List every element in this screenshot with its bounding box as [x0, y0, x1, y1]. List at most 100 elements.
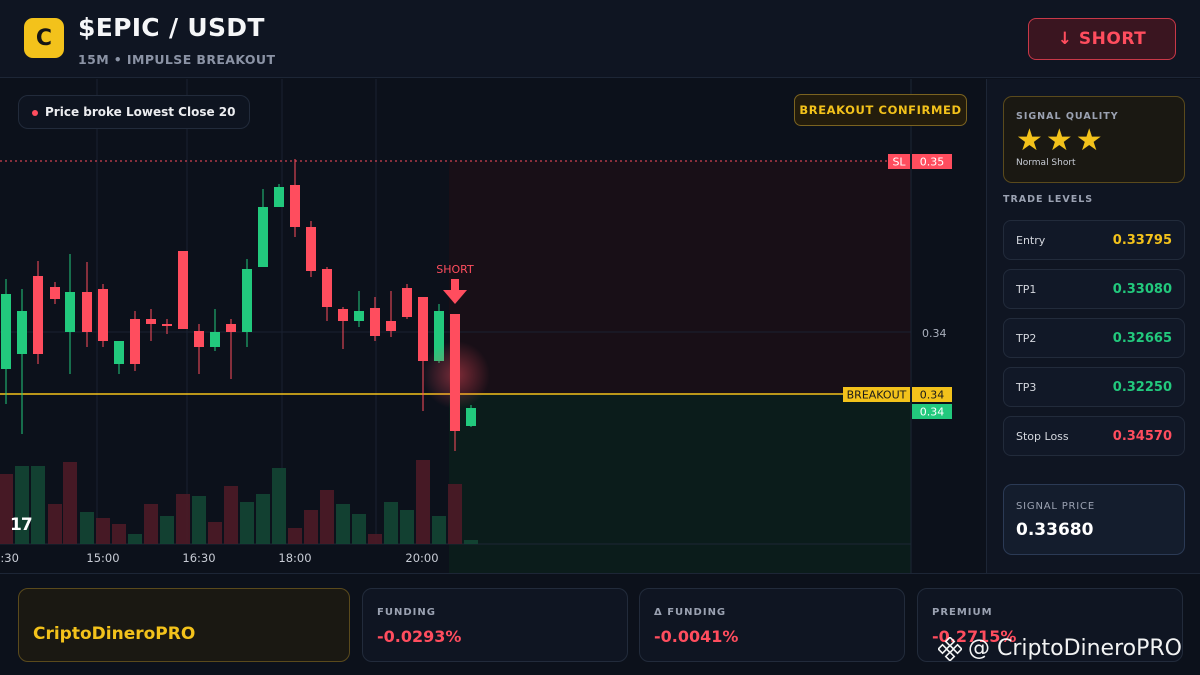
funding-label: FUNDING	[377, 607, 436, 618]
funding-value: -0.0293%	[377, 627, 462, 646]
candle-body	[98, 289, 108, 341]
candle-body	[130, 319, 140, 364]
level-tp3: TP3 0.32250	[1003, 367, 1185, 407]
candle-body	[386, 321, 396, 331]
bottom-bar: CriptoDineroPRO FUNDING -0.0293% Δ FUNDI…	[0, 573, 1200, 675]
signal-reason-pill: Price broke Lowest Close 20	[18, 95, 251, 129]
volume-bar	[176, 494, 190, 544]
level-entry: Entry 0.33795	[1003, 220, 1185, 260]
candle-body	[17, 311, 27, 354]
time-axis-label: 20:00	[405, 551, 438, 565]
delta-funding-label: Δ FUNDING	[654, 607, 727, 618]
level-stop-loss: Stop Loss 0.34570	[1003, 416, 1185, 456]
sl-price-label: 0.35	[920, 156, 945, 169]
candle-body	[242, 269, 252, 332]
volume-bar	[240, 502, 254, 544]
candle-body	[274, 187, 284, 207]
volume-bar	[304, 510, 318, 544]
volume-bar	[63, 462, 77, 544]
volume-bar	[224, 486, 238, 544]
level-name: Stop Loss	[1016, 430, 1069, 443]
breakout-price-label: 0.34	[920, 389, 945, 402]
signal-price-card: SIGNAL PRICE 0.33680	[1003, 484, 1185, 555]
candle-body	[370, 308, 380, 336]
short-button[interactable]: ↓ SHORT	[1028, 18, 1176, 60]
level-tp2: TP2 0.32665	[1003, 318, 1185, 358]
star-rating-icon: ★★★	[1016, 123, 1106, 158]
volume-bar	[272, 468, 286, 544]
volume-bar	[80, 512, 94, 544]
volume-bar	[384, 502, 398, 544]
candle-body	[418, 297, 428, 361]
header-bar: C $EPIC / USDT 15M • IMPULSE BREAKOUT ↓ …	[0, 0, 1200, 78]
time-axis-label: 18:00	[278, 551, 311, 565]
level-value: 0.32665	[1112, 331, 1172, 346]
level-name: Entry	[1016, 234, 1046, 247]
candle-body	[402, 288, 412, 317]
volume-bar	[112, 524, 126, 544]
candlestick-chart: SHORT SL 0.35 BREAKOUT 0.34 0.34 0.34 3:30 15:00…	[0, 79, 952, 573]
signal-quality-card: SIGNAL QUALITY ★★★ Normal Short	[1003, 96, 1185, 183]
candle-body	[306, 227, 316, 271]
funding-card: FUNDING -0.0293%	[362, 588, 628, 662]
volume-bar	[288, 528, 302, 544]
volume-bar	[432, 516, 446, 544]
pair-title: $EPIC / USDT	[78, 13, 265, 42]
volume-bar	[464, 540, 478, 544]
volume-bar	[416, 460, 430, 544]
volume-bar	[48, 504, 62, 544]
breakout-confirmed-badge: BREAKOUT CONFIRMED	[794, 94, 967, 126]
level-name: TP3	[1016, 381, 1037, 394]
candle-body	[114, 341, 124, 364]
volume-bar	[96, 518, 110, 544]
time-axis-label: 3:30	[0, 551, 19, 565]
volume-bar	[336, 504, 350, 544]
candle-body	[178, 251, 188, 329]
level-name: TP2	[1016, 332, 1037, 345]
trade-levels-title: TRADE LEVELS	[1003, 194, 1094, 205]
time-axis-label: 16:30	[182, 551, 215, 565]
signal-quality-note: Normal Short	[1016, 158, 1076, 168]
level-value: 0.34570	[1112, 429, 1172, 444]
stop-loss-zone	[449, 161, 911, 394]
timeframe-subtitle: 15M • IMPULSE BREAKOUT	[78, 52, 276, 67]
volume-bar	[448, 484, 462, 544]
signal-glow	[422, 341, 490, 409]
volume-bar	[208, 522, 222, 544]
time-axis-label: 15:00	[86, 551, 119, 565]
candle-body	[290, 185, 300, 227]
signal-panel: SIGNAL QUALITY ★★★ Normal Short TRADE LE…	[986, 79, 1200, 573]
take-profit-zone	[449, 394, 911, 573]
price-axis-label: 0.34	[922, 327, 947, 340]
premium-label: PREMIUM	[932, 607, 993, 618]
current-price-label: 0.34	[920, 406, 945, 419]
brand-name: CriptoDineroPRO	[33, 624, 196, 644]
volume-bar	[192, 496, 206, 544]
candle-body	[50, 287, 60, 299]
candle-body	[338, 309, 348, 321]
price-chart[interactable]: SHORT SL 0.35 BREAKOUT 0.34 0.34 0.34 3:30 15:00…	[0, 79, 985, 573]
candle-body	[194, 331, 204, 347]
volume-bar	[160, 516, 174, 544]
candle-body	[322, 269, 332, 307]
level-tp1: TP1 0.33080	[1003, 269, 1185, 309]
level-value: 0.33080	[1112, 282, 1172, 297]
candle-body	[146, 319, 156, 324]
volume-bar	[320, 490, 334, 544]
brand-logo: C	[24, 18, 64, 58]
candle-body	[466, 408, 476, 426]
tradingview-logo-icon[interactable]: 17	[10, 515, 33, 535]
volume-bar	[31, 466, 45, 544]
signal-quality-label: SIGNAL QUALITY	[1016, 111, 1119, 122]
alert-dot-icon	[32, 110, 38, 116]
watermark-text: @ CriptoDineroPRO	[968, 636, 1182, 661]
candle-body	[65, 292, 75, 332]
candle-body	[1, 294, 11, 369]
volume-bar	[128, 534, 142, 544]
signal-reason-text: Price broke Lowest Close 20	[45, 105, 236, 119]
candle-body	[210, 332, 220, 347]
volume-bar	[256, 494, 270, 544]
volume-bar	[400, 510, 414, 544]
signal-price-label: SIGNAL PRICE	[1016, 501, 1095, 512]
level-name: TP1	[1016, 283, 1037, 296]
